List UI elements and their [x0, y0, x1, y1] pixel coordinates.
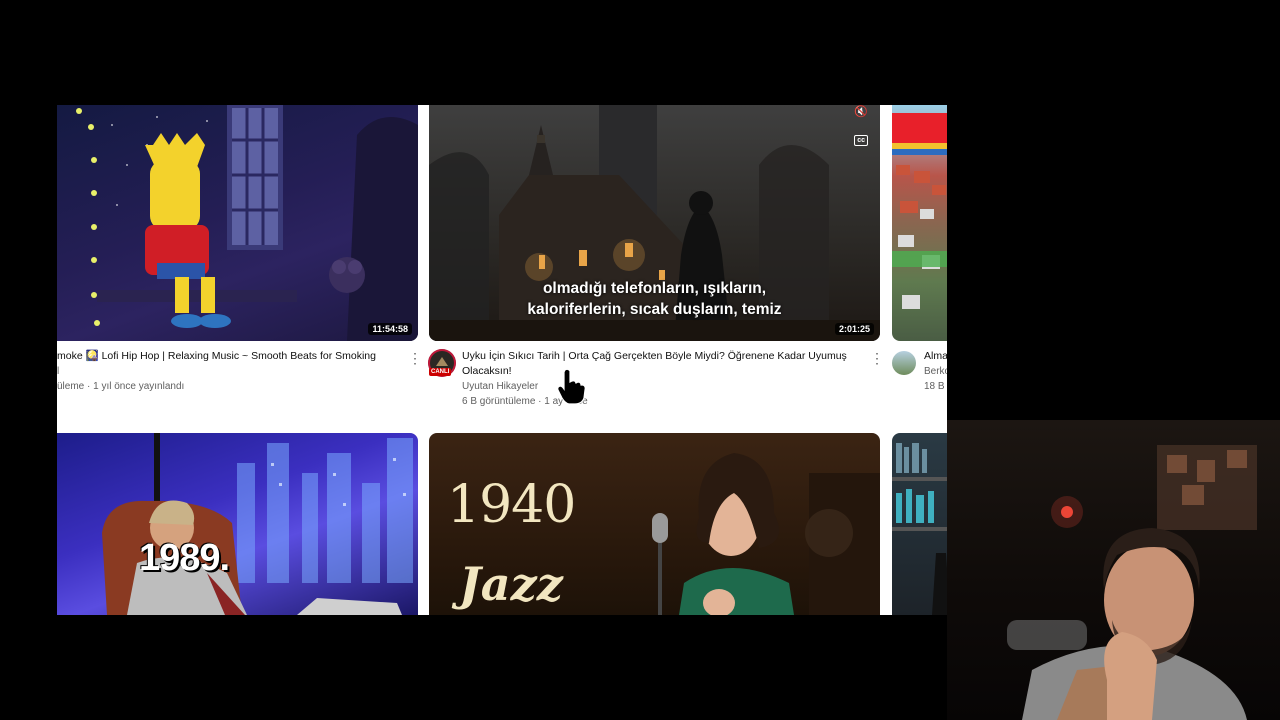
video-thumbnail-1989[interactable]: 1989. [57, 433, 418, 615]
video-stats: 18 B [924, 381, 945, 392]
caption-line-1: olmadığı telefonların, ışıkların, [542, 280, 767, 297]
video-thumbnail-shelves[interactable] [892, 433, 947, 615]
live-badge: CANLI [429, 368, 452, 376]
video-info-city: Alma Berko 18 B [924, 349, 947, 394]
city-aerial-image [892, 113, 947, 309]
video-thumbnail-lofi[interactable]: 11:54:58 [57, 105, 418, 341]
video-info-lofi: moke 🎑 Lofi Hip Hop | Relaxing Music ~ S… [57, 349, 397, 394]
cc-icon[interactable]: cc [854, 135, 868, 146]
video-stats: 6 B görüntüleme · 1 ay önce [462, 396, 588, 407]
mute-icon[interactable]: 🔇 [854, 105, 868, 118]
channel-name[interactable]: l [57, 364, 397, 379]
thumbnail-overlay-year: 1940 [447, 475, 576, 535]
thumbnail-overlay-genre: Jazz [459, 557, 563, 611]
lofi-scene-illustration [76, 105, 418, 341]
youtube-feed: 11:54:58 moke 🎑 Lofi Hip Hop | Relaxing … [57, 105, 947, 615]
webcam-overlay [947, 420, 1280, 720]
more-options-icon[interactable]: ⋮ [408, 351, 422, 365]
streamer-camera-feed [1007, 445, 1257, 720]
rainy-city-night-scene [102, 433, 413, 615]
video-thumbnail-jazz[interactable]: 1940 Jazz [429, 433, 880, 615]
video-title[interactable]: moke 🎑 Lofi Hip Hop | Relaxing Music ~ S… [57, 349, 397, 364]
more-options-icon[interactable]: ⋮ [870, 351, 884, 365]
channel-avatar[interactable] [892, 351, 916, 375]
hand-pointer-cursor [557, 368, 586, 405]
video-title[interactable]: Alma [924, 349, 947, 364]
closed-captions-overlay: olmadığı telefonların, ışıkların, kalori… [429, 278, 880, 320]
caption-line-2: kaloriferlerin, sıcak duşların, temiz [527, 301, 782, 318]
video-duration: 11:54:58 [368, 323, 412, 335]
channel-name[interactable]: Berko [924, 364, 947, 379]
video-thumbnail-city[interactable] [892, 105, 947, 341]
video-stats: üleme · 1 yıl önce yayınlandı [57, 381, 185, 392]
channel-name[interactable]: Uyutan Hikayeler [462, 379, 867, 394]
video-duration: 2:01:25 [834, 323, 874, 335]
video-thumbnail-history[interactable]: olmadığı telefonların, ışıkların, kalori… [429, 105, 880, 341]
video-title[interactable]: Uyku İçin Sıkıcı Tarih | Orta Çağ Gerçek… [462, 349, 867, 379]
bookshelf-image [892, 443, 947, 615]
thumbnail-overlay-text: 1989. [139, 537, 230, 579]
video-info-history: Uyku İçin Sıkıcı Tarih | Orta Çağ Gerçek… [462, 349, 867, 409]
